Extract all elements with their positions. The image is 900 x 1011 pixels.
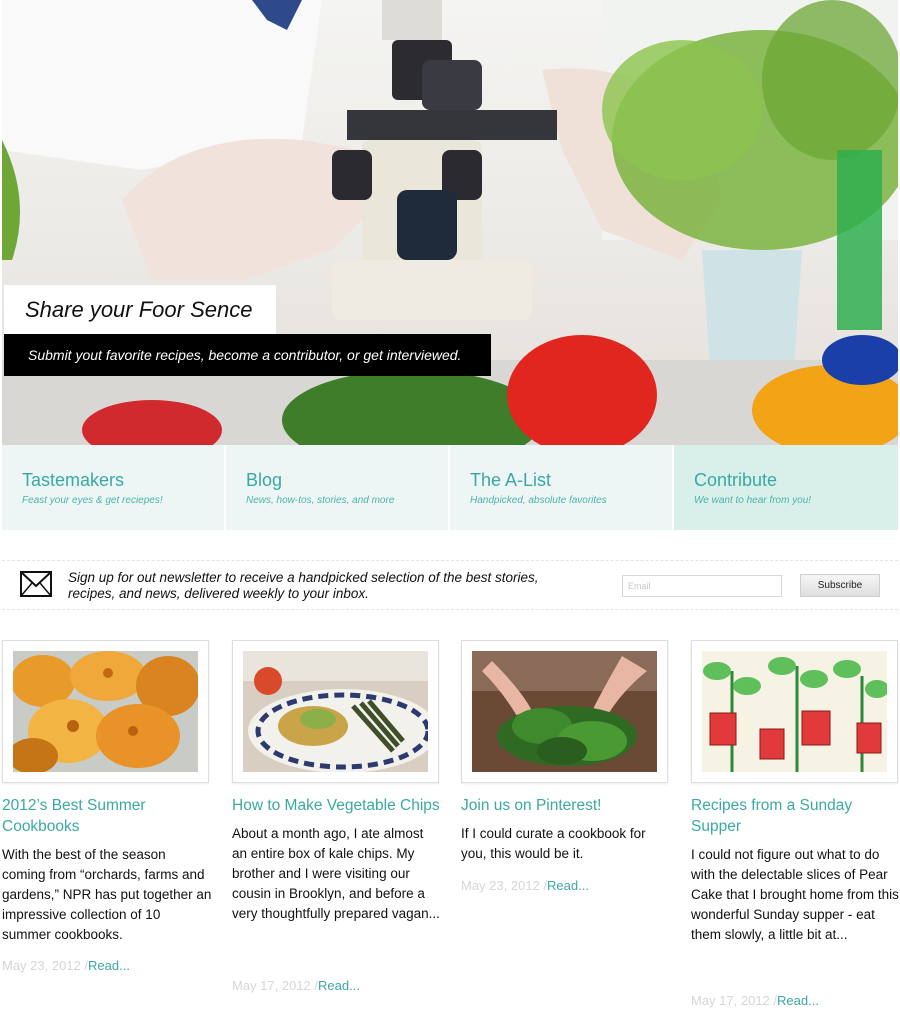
nav-tile-contribute[interactable]: Contribute We want to hear from you! xyxy=(674,445,898,530)
meta-separator: / xyxy=(769,993,778,1008)
nav-tile-blog[interactable]: Blog News, how-tos, stories, and more xyxy=(226,445,450,530)
post-meta: May 17, 2012 /Read... xyxy=(232,978,360,993)
post-excerpt: About a month ago, I ate almost an entir… xyxy=(232,826,440,921)
post-title[interactable]: Recipes from a Sunday Supper xyxy=(691,795,900,837)
vegetable-plate-image xyxy=(243,651,438,773)
newsletter-bar: Sign up for out newsletter to receive a … xyxy=(2,560,898,610)
nav-tile-title: Blog xyxy=(246,470,283,490)
post-title[interactable]: Join us on Pinterest! xyxy=(461,795,671,816)
read-more-link[interactable]: Read... xyxy=(777,993,819,1008)
post-card: Recipes from a Sunday Supper I could not… xyxy=(691,640,900,1008)
category-nav: Tastemakers Feast your eyes & get reciep… xyxy=(2,445,898,530)
post-meta: May 23, 2012 /Read... xyxy=(461,878,589,893)
post-thumbnail[interactable] xyxy=(2,640,209,783)
post-thumbnail[interactable] xyxy=(461,640,668,783)
nav-tile-title: Tastemakers xyxy=(22,470,125,490)
read-more-link[interactable]: Read... xyxy=(318,978,360,993)
meta-separator: / xyxy=(310,978,319,993)
hero-subtitle: Submit yout favorite recipes, become a c… xyxy=(28,347,462,363)
hero-banner: Share your Foor Sence Submit yout favori… xyxy=(2,0,898,445)
post-excerpt: With the best of the season coming from … xyxy=(2,847,212,942)
nav-tile-desc: Feast your eyes & get reciepes! xyxy=(22,495,163,506)
post-date: May 23, 2012 xyxy=(461,878,540,893)
hero-title: Share your Foor Sence xyxy=(25,297,253,322)
nav-tile-a-list[interactable]: The A-List Handpicked, absolute favorite… xyxy=(450,445,674,530)
post-excerpt: I could not figure out what to do with t… xyxy=(691,847,899,942)
nav-tile-title: The A-List xyxy=(470,470,552,490)
hero-title-box: Share your Foor Sence xyxy=(4,285,276,334)
sweet-potato-chips-image xyxy=(8,651,200,774)
subscribe-button[interactable]: Subscribe xyxy=(800,574,880,597)
post-date: May 17, 2012 xyxy=(232,978,311,993)
read-more-link[interactable]: Read... xyxy=(88,958,130,973)
nav-tile-tastemakers[interactable]: Tastemakers Feast your eyes & get reciep… xyxy=(2,445,226,530)
herbs-hands-image xyxy=(472,651,657,772)
email-input[interactable] xyxy=(622,575,782,597)
post-excerpt: If I could curate a cookbook for you, th… xyxy=(461,826,646,861)
post-card: 2012’s Best Summer Cookbooks With the be… xyxy=(2,640,212,973)
nav-tile-title: Contribute xyxy=(694,470,778,490)
post-meta: May 23, 2012 /Read... xyxy=(2,958,130,973)
read-more-link[interactable]: Read... xyxy=(547,878,589,893)
nav-tile-desc: News, how-tos, stories, and more xyxy=(246,495,395,506)
post-title[interactable]: How to Make Vegetable Chips xyxy=(232,795,442,816)
post-thumbnail[interactable] xyxy=(232,640,439,783)
meta-separator: / xyxy=(80,958,89,973)
hero-image xyxy=(2,0,898,445)
nav-tile-desc: We want to hear from you! xyxy=(694,495,812,506)
nav-tile-desc: Handpicked, absolute favorites xyxy=(470,495,607,506)
post-date: May 17, 2012 xyxy=(691,993,770,1008)
newsletter-text: Sign up for out newsletter to receive a … xyxy=(68,570,539,601)
meta-separator: / xyxy=(539,878,548,893)
post-card: Join us on Pinterest! If I could curate … xyxy=(461,640,671,893)
post-title[interactable]: 2012’s Best Summer Cookbooks xyxy=(2,795,212,837)
post-date: May 23, 2012 xyxy=(2,958,81,973)
post-meta: May 17, 2012 /Read... xyxy=(691,993,819,1008)
post-card: How to Make Vegetable Chips About a mont… xyxy=(232,640,442,993)
hero-subtitle-box: Submit yout favorite recipes, become a c… xyxy=(4,334,491,376)
envelope-icon xyxy=(20,571,52,597)
plants-illustration-image xyxy=(702,651,889,772)
post-thumbnail[interactable] xyxy=(691,640,898,783)
